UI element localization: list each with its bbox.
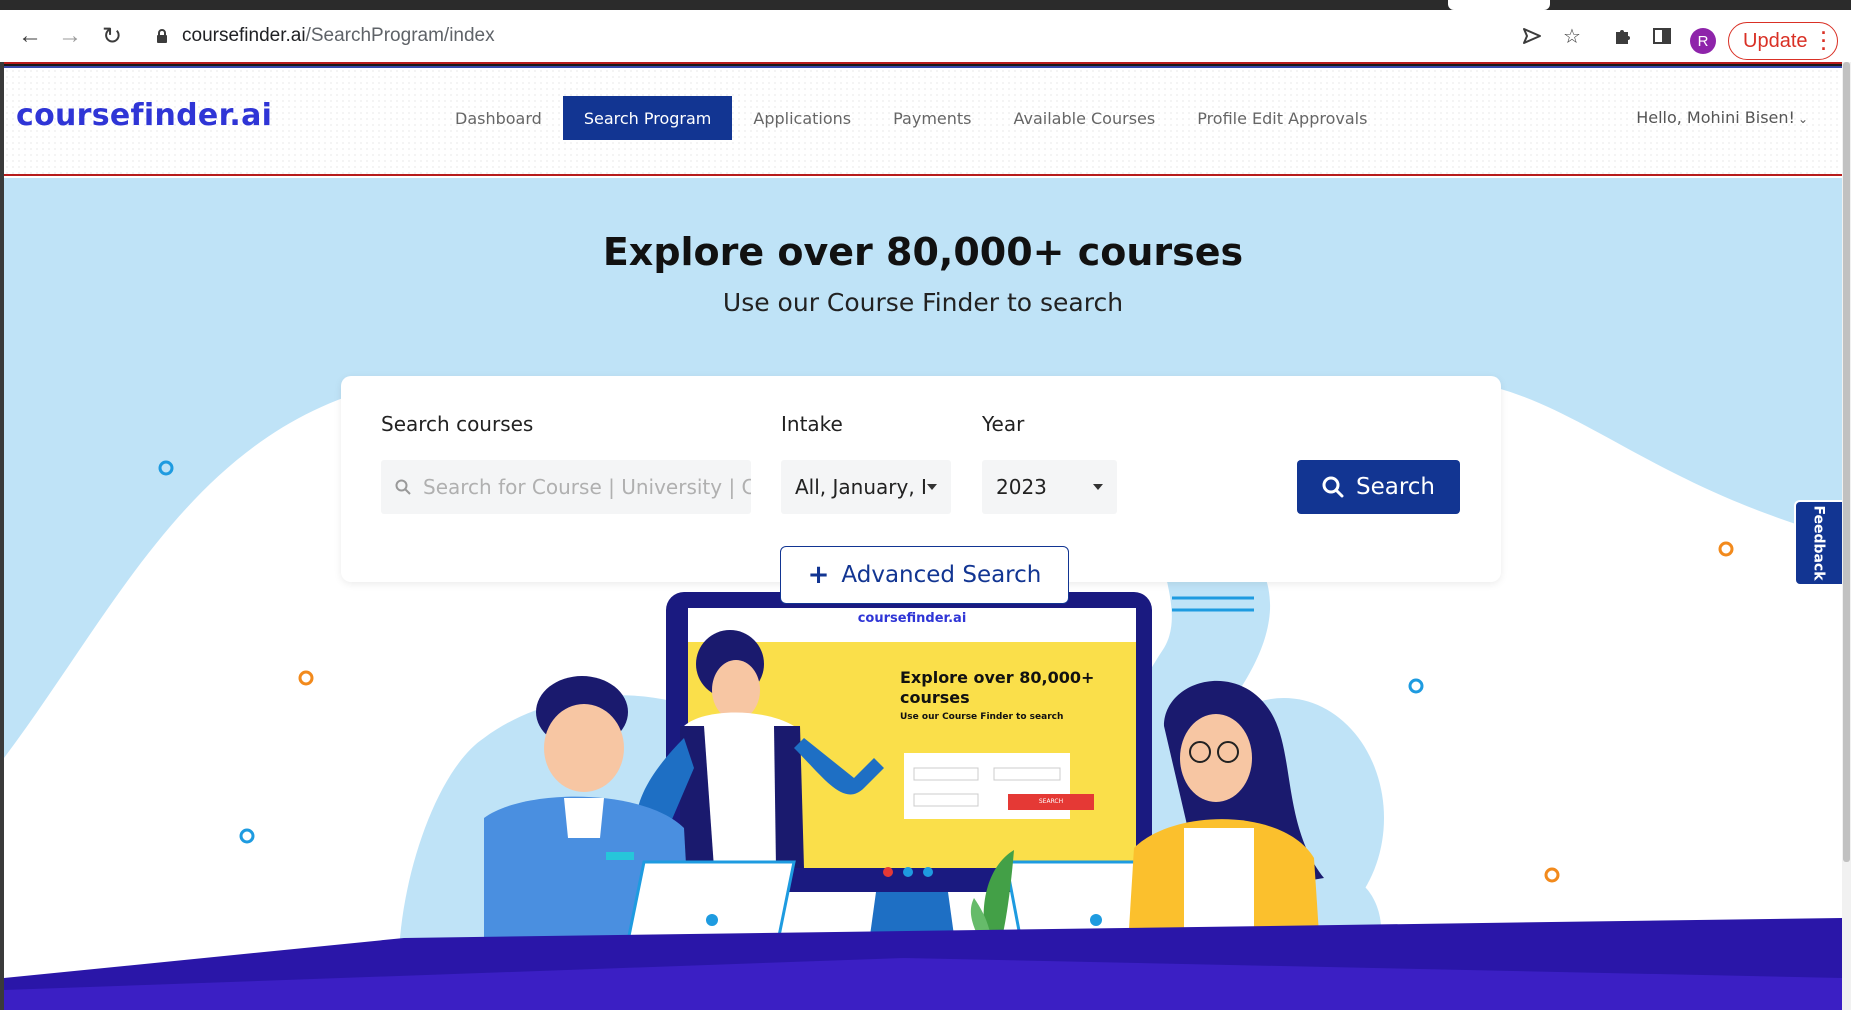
year-value: 2023 — [996, 475, 1047, 499]
web-page: coursefinder.ai Dashboard Search Program… — [4, 62, 1842, 1010]
caret-down-icon — [1093, 484, 1103, 490]
search-icon — [1322, 476, 1344, 498]
more-menu-icon[interactable]: · · · — [1821, 24, 1827, 58]
site-logo[interactable]: coursefinder.ai — [16, 98, 272, 133]
site-header: coursefinder.ai Dashboard Search Program… — [4, 68, 1842, 176]
plus-icon: + — [807, 560, 830, 590]
screen-title-line2: courses — [900, 688, 970, 707]
year-label: Year — [982, 412, 1025, 436]
chevron-down-icon: ⌄ — [1797, 112, 1808, 126]
user-greeting: Hello, Mohini Bisen! — [1636, 108, 1795, 127]
intake-select[interactable]: All, January, Fel — [781, 460, 951, 514]
url-path: /SearchProgram/index — [305, 25, 495, 46]
nav-profile-edit-approvals[interactable]: Profile Edit Approvals — [1176, 96, 1388, 140]
browser-tab[interactable] — [1448, 0, 1550, 10]
browser-tab-strip — [0, 0, 1851, 10]
nav-search-program[interactable]: Search Program — [562, 96, 733, 140]
user-menu[interactable]: Hello, Mohini Bisen! ⌄ — [1636, 108, 1808, 127]
lock-icon — [157, 29, 167, 43]
update-button[interactable]: Update · · · — [1728, 22, 1838, 60]
search-button-label: Search — [1355, 474, 1436, 500]
hero-title: Explore over 80,000+ courses — [602, 230, 1244, 274]
main-nav: Dashboard Search Program Applications Pa… — [434, 96, 1388, 140]
screen-search-button: SEARCH — [1038, 798, 1064, 805]
year-select[interactable]: 2023 — [982, 460, 1117, 514]
hero-subtitle: Use our Course Finder to search — [722, 288, 1124, 317]
intake-label: Intake — [781, 412, 843, 436]
intake-value: All, January, Fel — [795, 475, 925, 499]
forward-icon[interactable]: → — [50, 10, 90, 62]
bookmark-star-icon[interactable]: ☆ — [1556, 20, 1588, 52]
screen-subtitle: Use our Course Finder to search — [900, 712, 1064, 722]
side-panel-icon[interactable] — [1646, 20, 1678, 52]
nav-available-courses[interactable]: Available Courses — [993, 96, 1177, 140]
reload-icon[interactable]: ↻ — [92, 10, 132, 62]
hero-section: coursefinder.ai Explore over 80,000+ cou… — [4, 178, 1842, 1010]
back-icon[interactable]: ← — [10, 10, 50, 62]
profile-avatar[interactable]: R — [1690, 28, 1716, 54]
extensions-icon[interactable] — [1606, 20, 1638, 52]
page-scrollbar[interactable] — [1842, 62, 1851, 1010]
caret-down-icon — [927, 484, 937, 490]
update-label: Update — [1743, 29, 1808, 52]
send-icon[interactable] — [1516, 20, 1548, 52]
scrollbar-thumb[interactable] — [1843, 62, 1850, 862]
nav-dashboard[interactable]: Dashboard — [434, 96, 563, 140]
address-bar[interactable]: coursefinder.ai/SearchProgram/index — [138, 18, 1388, 54]
nav-applications[interactable]: Applications — [732, 96, 872, 140]
advanced-search-label: Advanced Search — [841, 562, 1042, 588]
screen-title-line1: Explore over 80,000+ — [900, 668, 1095, 687]
browser-toolbar: ← → ↻ coursefinder.ai/SearchProgram/inde… — [0, 10, 1851, 62]
url-host: coursefinder.ai — [182, 25, 306, 46]
advanced-search-button[interactable]: + Advanced Search — [780, 546, 1069, 604]
course-search-field[interactable] — [381, 460, 751, 514]
screen-logo: coursefinder.ai — [857, 611, 967, 626]
search-input[interactable] — [423, 475, 751, 499]
nav-payments[interactable]: Payments — [872, 96, 992, 140]
search-icon — [395, 479, 411, 495]
feedback-tab[interactable]: Feedback — [1794, 500, 1842, 586]
feedback-label: Feedback — [1811, 505, 1827, 581]
search-courses-label: Search courses — [381, 412, 534, 436]
search-button[interactable]: Search — [1297, 460, 1460, 514]
